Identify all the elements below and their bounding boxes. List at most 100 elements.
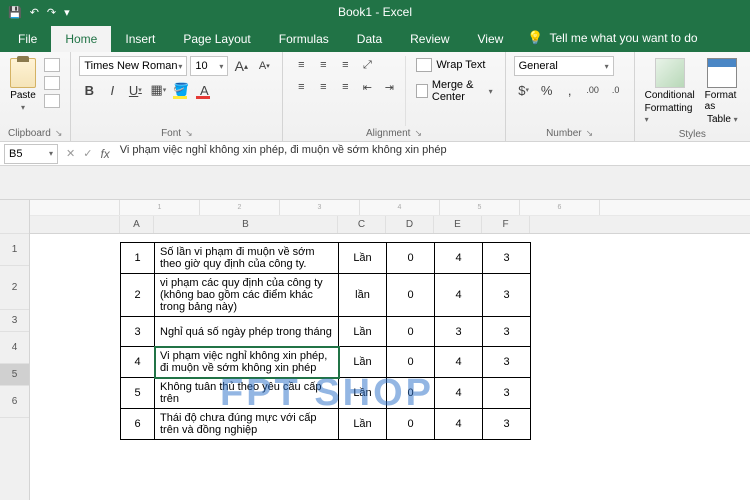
save-icon[interactable]: 💾 [8, 6, 22, 19]
cell[interactable]: 4 [435, 243, 483, 274]
underline-button[interactable]: U▾ [125, 80, 145, 100]
align-middle-button[interactable]: ≡ [313, 56, 333, 74]
align-left-button[interactable]: ≡ [291, 78, 311, 96]
cell[interactable]: 3 [483, 243, 531, 274]
qat-menu-icon[interactable]: ▾ [64, 6, 70, 19]
bold-button[interactable]: B [79, 80, 99, 100]
wrap-text-button[interactable]: Wrap Text [412, 56, 496, 74]
tab-view[interactable]: View [464, 26, 518, 52]
tab-page-layout[interactable]: Page Layout [169, 26, 264, 52]
cell[interactable]: 4 [121, 347, 155, 378]
cell[interactable]: 3 [483, 274, 531, 317]
column-header[interactable]: B [154, 216, 338, 233]
redo-icon[interactable]: ↷ [47, 6, 56, 19]
decrease-font-button[interactable]: A▾ [254, 56, 274, 76]
cell[interactable]: 4 [435, 274, 483, 317]
row-header[interactable]: 5 [0, 364, 29, 386]
decrease-indent-button[interactable]: ⇤ [357, 78, 377, 96]
cell[interactable]: 4 [435, 347, 483, 378]
cell[interactable]: 4 [435, 378, 483, 409]
font-name-select[interactable]: Times New Roman▾ [79, 56, 187, 76]
cell[interactable]: 4 [435, 409, 483, 440]
cell[interactable]: 0 [387, 317, 435, 347]
row-header[interactable]: 6 [0, 386, 29, 418]
currency-button[interactable]: $▾ [514, 80, 534, 100]
number-launcher[interactable]: ↘ [586, 128, 594, 139]
cell[interactable]: 0 [387, 347, 435, 378]
tab-data[interactable]: Data [343, 26, 396, 52]
cell[interactable]: 3 [121, 317, 155, 347]
copy-icon[interactable] [44, 76, 60, 90]
merge-center-button[interactable]: Merge & Center▾ [412, 77, 496, 105]
cell[interactable]: 0 [387, 243, 435, 274]
increase-decimal-button[interactable]: .00 [583, 80, 603, 100]
tab-formulas[interactable]: Formulas [265, 26, 343, 52]
column-header[interactable]: E [434, 216, 482, 233]
cell[interactable]: Lần [339, 409, 387, 440]
tab-file[interactable]: File [4, 26, 51, 52]
cell[interactable]: 6 [121, 409, 155, 440]
font-size-select[interactable]: 10▾ [190, 56, 228, 76]
align-right-button[interactable]: ≡ [335, 78, 355, 96]
cell[interactable]: Nghỉ quá số ngày phép trong tháng [155, 317, 339, 347]
cancel-formula-icon[interactable]: ✕ [66, 147, 75, 160]
cell[interactable]: 5 [121, 378, 155, 409]
row-header[interactable]: 1 [0, 234, 29, 266]
cell[interactable]: Số lần vi phạm đi muộn về sớm theo giờ q… [155, 243, 339, 274]
format-as-table-button[interactable]: Format as Table ▾ [703, 56, 742, 127]
comma-button[interactable]: , [560, 80, 580, 100]
tab-insert[interactable]: Insert [111, 26, 169, 52]
align-center-button[interactable]: ≡ [313, 78, 333, 96]
cell[interactable]: vi phạm các quy định của công ty (không … [155, 274, 339, 317]
cell[interactable]: Lần [339, 378, 387, 409]
row-header[interactable]: 2 [0, 266, 29, 310]
increase-indent-button[interactable]: ⇥ [379, 78, 399, 96]
fill-color-button[interactable]: 🪣 [171, 80, 191, 100]
percent-button[interactable]: % [537, 80, 557, 100]
column-header[interactable]: F [482, 216, 530, 233]
font-launcher[interactable]: ↘ [185, 128, 193, 139]
align-top-button[interactable]: ≡ [291, 56, 311, 74]
orientation-button[interactable]: ⤢ [357, 56, 377, 74]
font-color-button[interactable]: A [194, 80, 214, 100]
alignment-launcher[interactable]: ↘ [414, 128, 422, 139]
cell[interactable]: 3 [483, 317, 531, 347]
cell[interactable]: Không tuân thủ theo yêu cầu cấp trên [155, 378, 339, 409]
cell[interactable]: 0 [387, 274, 435, 317]
row-header[interactable]: 4 [0, 332, 29, 364]
grid-body[interactable]: 1Số lần vi phạm đi muộn về sớm theo giờ … [30, 242, 750, 440]
undo-icon[interactable]: ↶ [30, 6, 39, 19]
cell[interactable]: 1 [121, 243, 155, 274]
select-all-corner[interactable] [0, 200, 29, 234]
cell[interactable]: 3 [435, 317, 483, 347]
enter-formula-icon[interactable]: ✓ [83, 147, 92, 160]
fx-icon[interactable]: fx [100, 147, 115, 161]
formula-input[interactable]: Vi phạm việc nghỉ không xin phép, đi muộ… [116, 144, 750, 164]
column-header[interactable]: C [338, 216, 386, 233]
increase-font-button[interactable]: A▴ [231, 56, 251, 76]
tab-review[interactable]: Review [396, 26, 463, 52]
italic-button[interactable]: I [102, 80, 122, 100]
cut-icon[interactable] [44, 58, 60, 72]
cell[interactable]: 0 [387, 409, 435, 440]
align-bottom-button[interactable]: ≡ [335, 56, 355, 74]
column-header[interactable]: A [120, 216, 154, 233]
cell[interactable]: Lần [339, 347, 387, 378]
cell[interactable]: Thái độ chưa đúng mực với cấp trên và đồ… [155, 409, 339, 440]
cell[interactable]: 2 [121, 274, 155, 317]
cell[interactable]: Vi phạm việc nghỉ không xin phép, đi muộ… [155, 347, 339, 378]
cell[interactable]: 0 [387, 378, 435, 409]
cell[interactable]: lần [339, 274, 387, 317]
format-painter-icon[interactable] [44, 94, 60, 108]
tell-me-search[interactable]: 💡 Tell me what you want to do [517, 24, 707, 52]
cell[interactable]: Lần [339, 243, 387, 274]
cell[interactable]: Lần [339, 317, 387, 347]
cell[interactable]: 3 [483, 378, 531, 409]
tab-home[interactable]: Home [51, 26, 111, 52]
border-button[interactable]: ▦▾ [148, 80, 168, 100]
cell[interactable]: 3 [483, 409, 531, 440]
conditional-formatting-button[interactable]: Conditional Formatting ▾ [643, 56, 697, 127]
clipboard-launcher[interactable]: ↘ [55, 128, 63, 139]
row-header[interactable]: 3 [0, 310, 29, 332]
number-format-select[interactable]: General▾ [514, 56, 614, 76]
